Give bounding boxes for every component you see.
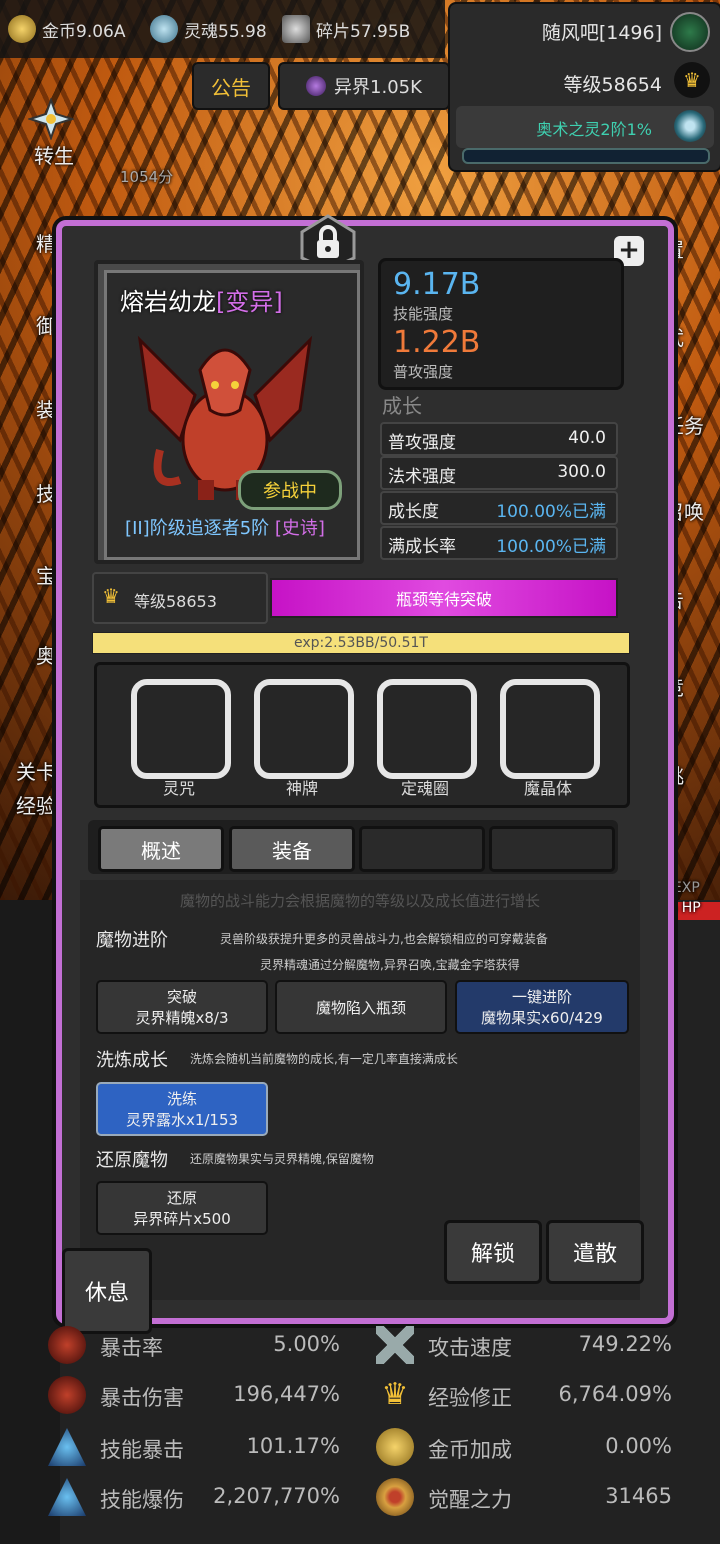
restore-button[interactable]: 还原 异界碎片x500 (96, 1181, 268, 1235)
crown-icon: ♛ (674, 62, 710, 98)
player-avatar-icon (670, 12, 710, 52)
spirit-progress-bar (462, 148, 710, 164)
slot-soul-ring[interactable] (377, 679, 477, 779)
coin-icon (376, 1428, 414, 1466)
growth-max-rate: 满成长率 100.00%已满 (380, 526, 618, 560)
side-jing[interactable]: 精 (36, 228, 56, 257)
attack-power-label: 普攻强度 (393, 363, 454, 381)
equipment-slots: 灵咒 神牌 定魂圈 魔晶体 (94, 662, 630, 808)
one-key-advance-button[interactable]: 一键进阶 魔物果实x60/429 (455, 980, 629, 1034)
skill-power-label: 技能强度 (393, 305, 454, 323)
growth-magic: 法术强度 300.0 (380, 456, 618, 490)
attack-speed-icon (376, 1326, 414, 1364)
spirit-row: 奥术之灵2阶1% (456, 106, 714, 148)
player-panel[interactable]: 随风吧[1496] 等级58654 ♛ 奥术之灵2阶1% (448, 2, 720, 172)
side-jingyan: 经验 (16, 794, 56, 818)
unlock-button[interactable]: 解锁 (444, 1220, 542, 1284)
side-yu[interactable]: 御 (36, 310, 56, 339)
monster-tier: [II]阶级追逐者5阶 [史诗] (125, 518, 325, 539)
advance-desc-1: 灵兽阶级获提升更多的灵兽战斗力,也会解锁相应的可穿戴装备 (220, 932, 548, 946)
side-zhuang[interactable]: 装 (36, 394, 56, 423)
slot-crystal[interactable] (500, 679, 600, 779)
slot-soul-ring-label: 定魂圈 (400, 779, 449, 798)
growth-attack: 普攻强度 40.0 (380, 422, 618, 456)
side-ji[interactable]: 技 (36, 478, 56, 507)
player-name: 随风吧[1496] (541, 22, 662, 44)
stat-gold-bonus: 金币加成 0.00% (376, 1424, 682, 1470)
slot-curse-label: 灵咒 (162, 779, 195, 798)
gold-resource: 金币9.06A (8, 14, 125, 44)
side-guanka[interactable]: 关卡 (16, 756, 56, 785)
tab-empty-4[interactable] (489, 826, 615, 872)
crown-icon: ♛ (102, 584, 120, 608)
crown-icon: ♛ (381, 1377, 409, 1412)
advance-title: 魔物进阶 (96, 930, 168, 951)
awaken-icon (376, 1478, 414, 1516)
stat-crit-rate: 暴击率 5.00% (48, 1322, 350, 1368)
refine-title: 洗炼成长 (96, 1050, 168, 1071)
in-battle-badge: 参战中 (238, 470, 342, 510)
growth-title: 成长 (382, 394, 422, 418)
notice-button[interactable]: 公告 (192, 62, 270, 110)
fragment-icon (282, 15, 310, 43)
tab-empty-3[interactable] (359, 826, 485, 872)
advance-desc-2: 灵界精魂通过分解魔物,异界召唤,宝藏金字塔获得 (260, 958, 520, 972)
attack-power-value: 1.22B (393, 325, 481, 360)
otherworld-button[interactable]: 异界1.05K (278, 62, 450, 110)
stat-exp-mod: ♛ 经验修正 6,764.09% (376, 1372, 682, 1418)
exp-bar: exp:2.53BB/50.51T (92, 632, 630, 654)
skill-power-value: 9.17B (393, 267, 481, 302)
breakthrough-button[interactable]: 突破 灵界精魄x8/3 (96, 980, 268, 1034)
tab-equipment[interactable]: 装备 (229, 826, 355, 872)
rebirth-icon[interactable] (28, 98, 74, 140)
power-box: 9.17B 技能强度 1.22B 普攻强度 (378, 258, 624, 390)
crit-rate-icon (48, 1326, 86, 1364)
stat-crit-damage: 暴击伤害 196,447% (48, 1372, 350, 1418)
tab-overview[interactable]: 概述 (98, 826, 224, 872)
dismiss-button[interactable]: 遣散 (546, 1220, 644, 1284)
skill-burst-icon (48, 1478, 86, 1516)
refine-desc: 洗炼会随机当前魔物的成长,有一定几率直接满成长 (190, 1052, 458, 1066)
rebirth-label[interactable]: 转生 (34, 140, 74, 169)
soul-icon (150, 15, 178, 43)
stat-attack-speed: 攻击速度 749.22% (376, 1322, 682, 1368)
bottleneck-bar: 瓶颈等待突破 (270, 578, 618, 618)
stat-skill-burst: 技能爆伤 2,207,770% (48, 1474, 350, 1520)
slot-divine-card[interactable] (254, 679, 354, 779)
slot-crystal-label: 魔晶体 (523, 779, 572, 798)
restore-title: 还原魔物 (96, 1150, 168, 1171)
growth-degree: 成长度 100.00%已满 (380, 491, 618, 525)
otherworld-icon (306, 76, 327, 96)
skill-crit-icon (48, 1428, 86, 1466)
crit-damage-icon (48, 1376, 86, 1414)
player-level: 等级58654 (563, 74, 662, 96)
restore-desc: 还原魔物果实与灵界精魄,保留魔物 (190, 1152, 374, 1166)
slot-divine-card-label: 神牌 (285, 779, 318, 798)
stat-awaken: 觉醒之力 31465 (376, 1474, 682, 1520)
gold-coin-icon (8, 15, 36, 43)
side-bao[interactable]: 宝 (36, 560, 56, 589)
overview-hint: 魔物的战斗能力会根据魔物的等级以及成长值进行增长 (179, 892, 540, 910)
score-label: 1054分 (120, 168, 174, 186)
refine-button[interactable]: 洗练 灵界露水x1/153 (96, 1082, 268, 1136)
monster-level-box: ♛ 等级58653 (92, 572, 268, 624)
stat-skill-crit: 技能暴击 101.17% (48, 1424, 350, 1470)
side-ao[interactable]: 奥 (36, 640, 56, 669)
soul-resource: 灵魂55.98 (150, 14, 267, 44)
spiral-icon (674, 110, 706, 142)
slot-curse[interactable] (131, 679, 231, 779)
fragment-resource: 碎片57.95B (282, 14, 410, 44)
bottleneck-button[interactable]: 魔物陷入瓶颈 (275, 980, 447, 1034)
